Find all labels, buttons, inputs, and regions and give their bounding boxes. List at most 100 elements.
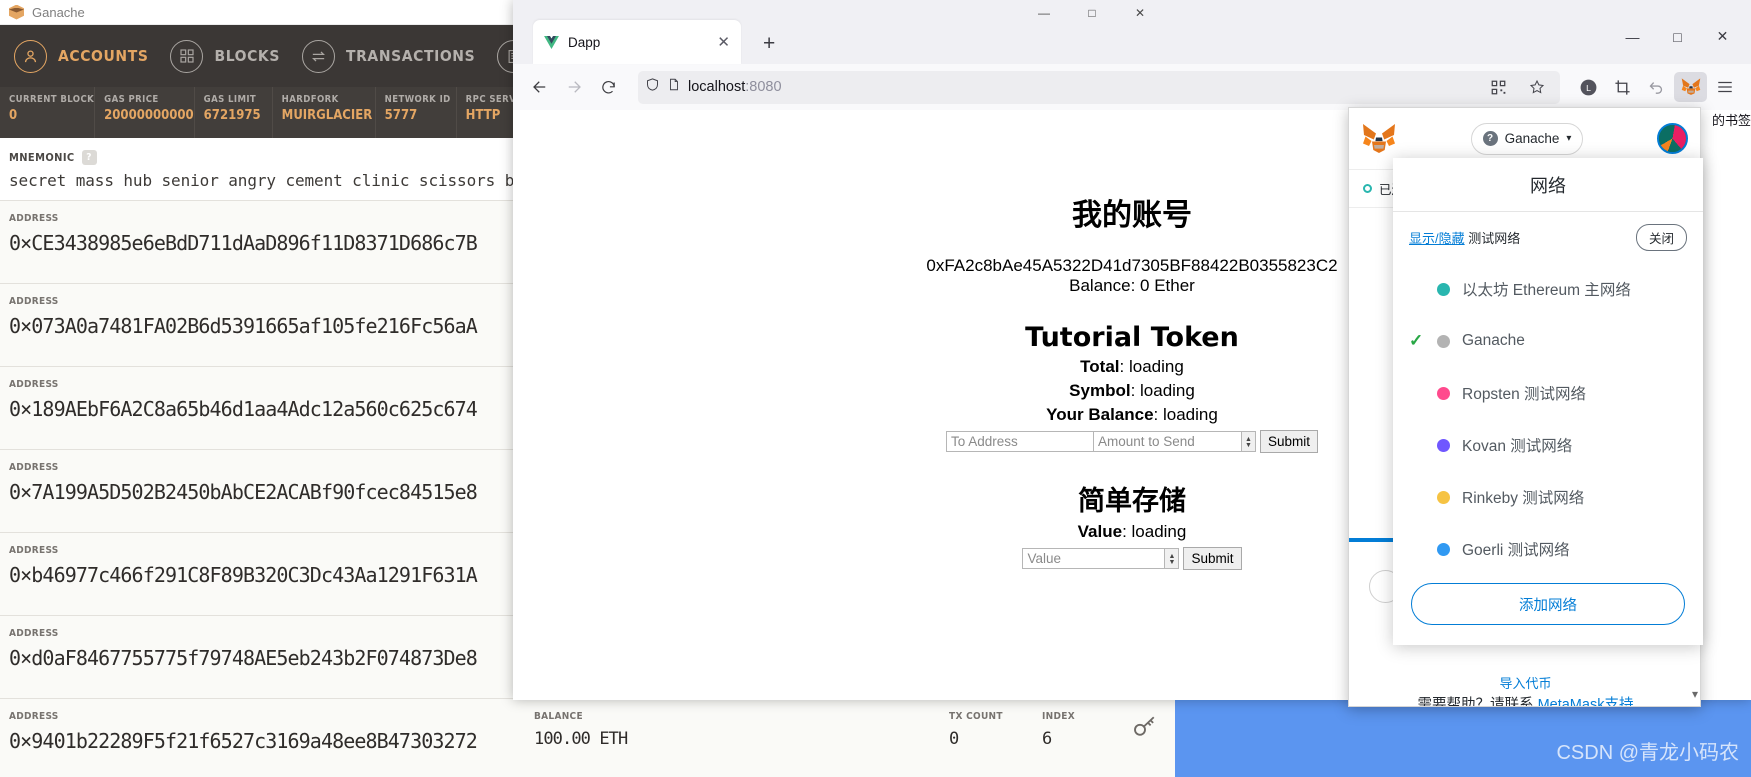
nav-tab-accounts[interactable]: ACCOUNTS bbox=[10, 39, 166, 73]
help-icon[interactable]: ? bbox=[81, 150, 97, 165]
arrow-left-icon[interactable] bbox=[523, 70, 557, 104]
star-icon[interactable] bbox=[1521, 72, 1553, 102]
storage-stepper[interactable]: ▲ ▼ bbox=[1165, 548, 1180, 569]
hamburger-menu-icon[interactable] bbox=[1709, 72, 1741, 102]
token-submit-button[interactable]: Submit bbox=[1259, 430, 1319, 453]
storage-value: : loading bbox=[1122, 522, 1187, 541]
chevron-down-icon[interactable]: ▾ bbox=[1692, 687, 1698, 701]
avatar[interactable] bbox=[1656, 123, 1688, 154]
address-label: ADDRESS bbox=[9, 462, 59, 473]
show-hide-link[interactable]: 显示/隐藏 bbox=[1409, 231, 1465, 246]
close-button[interactable]: 关闭 bbox=[1635, 224, 1687, 251]
nav-tab-transactions[interactable]: TRANSACTIONS bbox=[298, 39, 493, 73]
network-item-goerli[interactable]: Goerli 测试网络 bbox=[1393, 523, 1703, 575]
address-value: 0×CE3438985e6eBdD711dAaD896f11D8371D686c… bbox=[9, 231, 478, 255]
network-dropdown-subheader: 显示/隐藏 测试网络 关闭 bbox=[1393, 212, 1703, 257]
network-color-dot-icon bbox=[1437, 282, 1450, 296]
minimize-icon[interactable]: — bbox=[1020, 0, 1068, 25]
txcount-value: 0 bbox=[949, 729, 959, 749]
network-color-dot-icon bbox=[1437, 542, 1450, 556]
stat-gas-price: GAS PRICE 20000000000 bbox=[95, 87, 195, 138]
address-value: 0×189AEbF6A2C8a65b46d1aa4Adc12a560c625c6… bbox=[9, 397, 478, 421]
network-color-dot-icon bbox=[1437, 334, 1450, 348]
stat-gas-price-label: GAS PRICE bbox=[104, 94, 159, 105]
network-item-mainnet[interactable]: 以太坊 Ethereum 主网络 bbox=[1393, 263, 1703, 315]
storage-value-label: Value bbox=[1077, 522, 1123, 541]
address-value: 0×d0aF8467755775f79748AE5eb243b2F074873D… bbox=[9, 646, 478, 670]
network-selector[interactable]: ? Ganache ▾ bbox=[1470, 122, 1584, 155]
metamask-fox-icon bbox=[1363, 123, 1395, 153]
account-address-cell: ADDRESS 0×CE3438985e6eBdD711dAaD896f11D8… bbox=[9, 213, 534, 255]
svg-text:L: L bbox=[1586, 83, 1591, 93]
amount-input[interactable] bbox=[1093, 431, 1242, 452]
arrow-right-icon[interactable] bbox=[557, 70, 591, 104]
address-label: ADDRESS bbox=[9, 545, 59, 556]
support-prefix: 需要帮助？请联系 bbox=[1417, 697, 1538, 707]
storage-input[interactable] bbox=[1022, 548, 1166, 569]
token-symbol-value: : loading bbox=[1130, 381, 1195, 400]
screenshot-crop-icon[interactable] bbox=[1606, 72, 1638, 102]
maximize-icon[interactable]: □ bbox=[1655, 20, 1700, 53]
close-icon[interactable]: ✕ bbox=[717, 35, 730, 50]
network-item-label: Kovan 测试网络 bbox=[1462, 438, 1573, 455]
metamask-support-link[interactable]: MetaMask支持 bbox=[1538, 697, 1634, 706]
stat-hardfork: HARDFORK MUIRGLACIER bbox=[273, 87, 376, 138]
network-color-dot-icon bbox=[1437, 490, 1450, 504]
network-item-kovan[interactable]: Kovan 测试网络 bbox=[1393, 419, 1703, 471]
plus-icon[interactable]: + bbox=[763, 33, 775, 54]
quantity-stepper[interactable]: ▲ ▼ bbox=[1241, 431, 1256, 452]
account-address-cell: ADDRESS 0×7A199A5D502B2450bAbCE2ACABf90f… bbox=[9, 462, 534, 504]
maximize-icon[interactable]: □ bbox=[1068, 0, 1116, 25]
stat-network-id-value: 5777 bbox=[384, 108, 418, 123]
page-icon bbox=[667, 77, 681, 97]
account-balance-cell: BALANCE 100.00 ETH bbox=[534, 711, 949, 749]
network-item-ganache[interactable]: ✓ Ganache bbox=[1393, 315, 1703, 367]
table-row[interactable]: ADDRESS 0×9401b22289F5f21f6527c3169a48ee… bbox=[0, 699, 1175, 777]
reload-icon[interactable] bbox=[591, 70, 625, 104]
storage-submit-button[interactable]: Submit bbox=[1183, 547, 1242, 570]
network-item-rinkeby[interactable]: Rinkeby 测试网络 bbox=[1393, 471, 1703, 523]
transactions-icon bbox=[301, 39, 335, 73]
metamask-fox-icon[interactable] bbox=[1674, 72, 1707, 102]
toggle-testnets-suffix: 测试网络 bbox=[1464, 231, 1521, 246]
token-symbol-label: Symbol bbox=[1069, 381, 1131, 400]
import-token-link[interactable]: 导入代币 bbox=[1349, 673, 1700, 692]
stat-network-id-label: NETWORK ID bbox=[384, 94, 451, 105]
browser-tab-dapp[interactable]: Dapp ✕ bbox=[533, 20, 741, 64]
stat-current-block-value: 0 bbox=[9, 108, 18, 123]
nav-tab-blocks[interactable]: BLOCKS bbox=[166, 39, 298, 73]
close-window-icon[interactable]: ✕ bbox=[1700, 20, 1745, 53]
ganache-window-controls: — □ ✕ bbox=[1020, 0, 1164, 25]
url-text: localhost:8080 bbox=[688, 79, 1475, 95]
account-address-cell: ADDRESS 0×9401b22289F5f21f6527c3169a48ee… bbox=[9, 711, 534, 753]
index-value: 6 bbox=[1042, 729, 1052, 749]
toggle-testnets-row: 显示/隐藏 测试网络 bbox=[1409, 228, 1520, 247]
address-label: ADDRESS bbox=[9, 296, 59, 307]
account-address-cell: ADDRESS 0×073A0a7481FA02B6d5391665af105f… bbox=[9, 296, 534, 338]
minimize-icon[interactable]: — bbox=[1610, 20, 1655, 53]
address-value: 0×073A0a7481FA02B6d5391665af105fe216Fc56… bbox=[9, 314, 478, 338]
url-port: :8080 bbox=[745, 79, 782, 95]
address-value: 0×7A199A5D502B2450bAbCE2ACABf90fcec84515… bbox=[9, 480, 478, 504]
stat-gas-price-value: 20000000000 bbox=[104, 108, 194, 123]
network-item-label: Ropsten 测试网络 bbox=[1462, 386, 1587, 403]
key-icon[interactable] bbox=[1130, 711, 1160, 746]
network-dropdown-title: 网络 bbox=[1393, 158, 1703, 212]
token-balance-value: : loading bbox=[1153, 405, 1218, 424]
stat-hardfork-value: MUIRGLACIER bbox=[281, 108, 373, 123]
url-bar[interactable]: localhost:8080 bbox=[638, 70, 1560, 104]
add-network-button[interactable]: 添加网络 bbox=[1411, 583, 1685, 625]
network-item-ropsten[interactable]: Ropsten 测试网络 bbox=[1393, 367, 1703, 419]
lastpass-icon[interactable]: L bbox=[1572, 72, 1604, 102]
balance-label: BALANCE bbox=[534, 711, 583, 722]
undo-icon[interactable] bbox=[1640, 72, 1672, 102]
shield-icon[interactable] bbox=[645, 77, 660, 97]
close-window-icon[interactable]: ✕ bbox=[1116, 0, 1164, 25]
address-value: 0×b46977c466f291C8F89B320C3Dc43Aa1291F63… bbox=[9, 563, 478, 587]
to-address-input[interactable] bbox=[945, 431, 1094, 452]
nav-tab-transactions-label: TRANSACTIONS bbox=[345, 47, 476, 65]
address-label: ADDRESS bbox=[9, 711, 59, 722]
qr-code-icon[interactable] bbox=[1482, 72, 1514, 102]
browser-navbar: localhost:8080 L bbox=[513, 64, 1751, 110]
nav-tab-accounts-label: ACCOUNTS bbox=[58, 47, 149, 65]
